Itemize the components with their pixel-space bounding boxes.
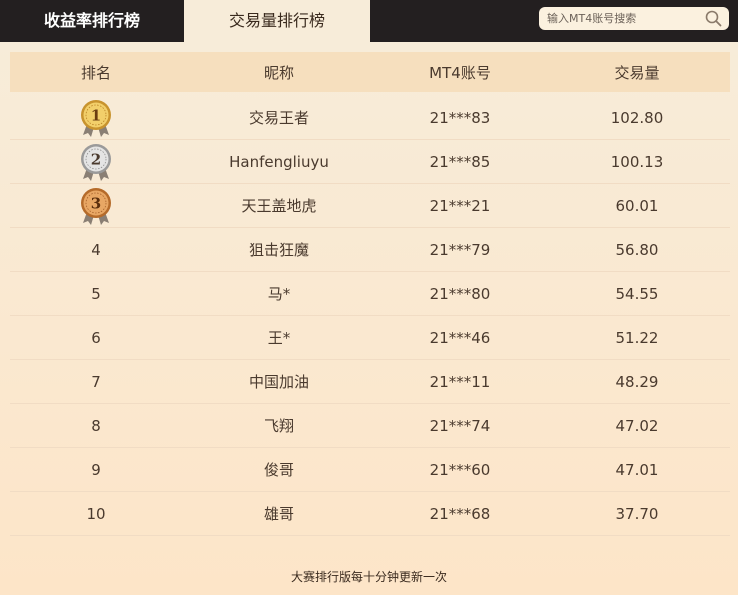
account-cell: 21***46 xyxy=(429,328,491,347)
table-row: 8 飞翔 21***74 47.02 xyxy=(10,404,730,448)
header-rank: 排名 xyxy=(80,63,111,82)
account-cell: 21***68 xyxy=(429,504,491,523)
top-bar: 收益率排行榜 交易量排行榜 xyxy=(0,0,738,42)
rank-number: 1 xyxy=(91,106,101,124)
nickname-cell: 天王盖地虎 xyxy=(241,197,317,215)
rank-cell: 4 xyxy=(91,240,101,259)
rank-cell: 7 xyxy=(91,372,101,391)
tab-volume-ranking[interactable]: 交易量排行榜 xyxy=(184,0,370,42)
rank-cell: 5 xyxy=(91,284,101,303)
nickname-cell: 飞翔 xyxy=(263,417,294,435)
rank-cell: 10 xyxy=(86,504,106,523)
header-volume: 交易量 xyxy=(614,63,660,82)
table-row: 4 狙击狂魔 21***79 56.80 xyxy=(10,228,730,272)
account-cell: 21***11 xyxy=(429,372,491,391)
account-cell: 21***74 xyxy=(429,416,491,435)
tab-returns-ranking[interactable]: 收益率排行榜 xyxy=(0,0,184,42)
account-cell: 21***60 xyxy=(429,460,491,479)
volume-cell: 51.22 xyxy=(615,328,659,347)
nickname-cell: Hanfengliuyu xyxy=(229,152,329,171)
rank-cell: 6 xyxy=(91,328,101,347)
volume-cell: 47.01 xyxy=(615,460,659,479)
volume-cell: 56.80 xyxy=(615,240,659,259)
nickname-cell: 俊哥 xyxy=(263,461,294,479)
rank-cell: 2 xyxy=(10,140,182,183)
volume-cell: 102.80 xyxy=(610,108,664,127)
nickname-cell: 狙击狂魔 xyxy=(248,241,309,259)
ranking-list: 1 交易王者 21***83 102.80 2 Hanfengliuyu 21*… xyxy=(10,96,730,536)
account-cell: 21***83 xyxy=(429,108,491,127)
volume-cell: 48.29 xyxy=(615,372,659,391)
rank-number: 3 xyxy=(91,194,101,212)
ranking-panel: 排名 昵称 MT4账号 交易量 1 交易王者 21***83 102.80 2 … xyxy=(0,42,738,595)
volume-cell: 100.13 xyxy=(610,152,664,171)
table-row: 1 交易王者 21***83 102.80 xyxy=(10,96,730,140)
account-cell: 21***79 xyxy=(429,240,491,259)
rank-cell: 8 xyxy=(91,416,101,435)
table-row: 2 Hanfengliuyu 21***85 100.13 xyxy=(10,140,730,184)
header-nickname: 昵称 xyxy=(263,63,294,82)
volume-cell: 54.55 xyxy=(615,284,659,303)
account-cell: 21***80 xyxy=(429,284,491,303)
volume-cell: 47.02 xyxy=(615,416,659,435)
bronze-medal-icon: 3 xyxy=(81,187,111,225)
rank-cell: 3 xyxy=(10,184,182,227)
table-row: 6 王* 21***46 51.22 xyxy=(10,316,730,360)
nickname-cell: 中国加油 xyxy=(248,373,309,391)
volume-cell: 60.01 xyxy=(615,196,659,215)
table-row: 10 雄哥 21***68 37.70 xyxy=(10,492,730,536)
rank-cell: 1 xyxy=(10,96,182,139)
header-account: MT4账号 xyxy=(429,63,491,82)
nickname-cell: 雄哥 xyxy=(263,505,294,523)
update-note: 大赛排行版每十分钟更新一次 xyxy=(290,570,447,584)
table-header: 排名 昵称 MT4账号 交易量 xyxy=(10,52,730,92)
search-box xyxy=(539,7,729,30)
table-row: 7 中国加油 21***11 48.29 xyxy=(10,360,730,404)
table-row: 5 马* 21***80 54.55 xyxy=(10,272,730,316)
table-row: 9 俊哥 21***60 47.01 xyxy=(10,448,730,492)
nickname-cell: 交易王者 xyxy=(248,109,309,127)
account-cell: 21***21 xyxy=(429,196,491,215)
search-icon[interactable] xyxy=(705,10,722,27)
volume-cell: 37.70 xyxy=(615,504,659,523)
silver-medal-icon: 2 xyxy=(81,143,111,181)
nickname-cell: 马* xyxy=(267,285,291,303)
table-row: 3 天王盖地虎 21***21 60.01 xyxy=(10,184,730,228)
search-input[interactable] xyxy=(547,7,697,30)
rank-cell: 9 xyxy=(91,460,101,479)
rank-number: 2 xyxy=(91,150,101,168)
nickname-cell: 王* xyxy=(267,329,291,347)
account-cell: 21***85 xyxy=(429,152,491,171)
gold-medal-icon: 1 xyxy=(81,99,111,137)
